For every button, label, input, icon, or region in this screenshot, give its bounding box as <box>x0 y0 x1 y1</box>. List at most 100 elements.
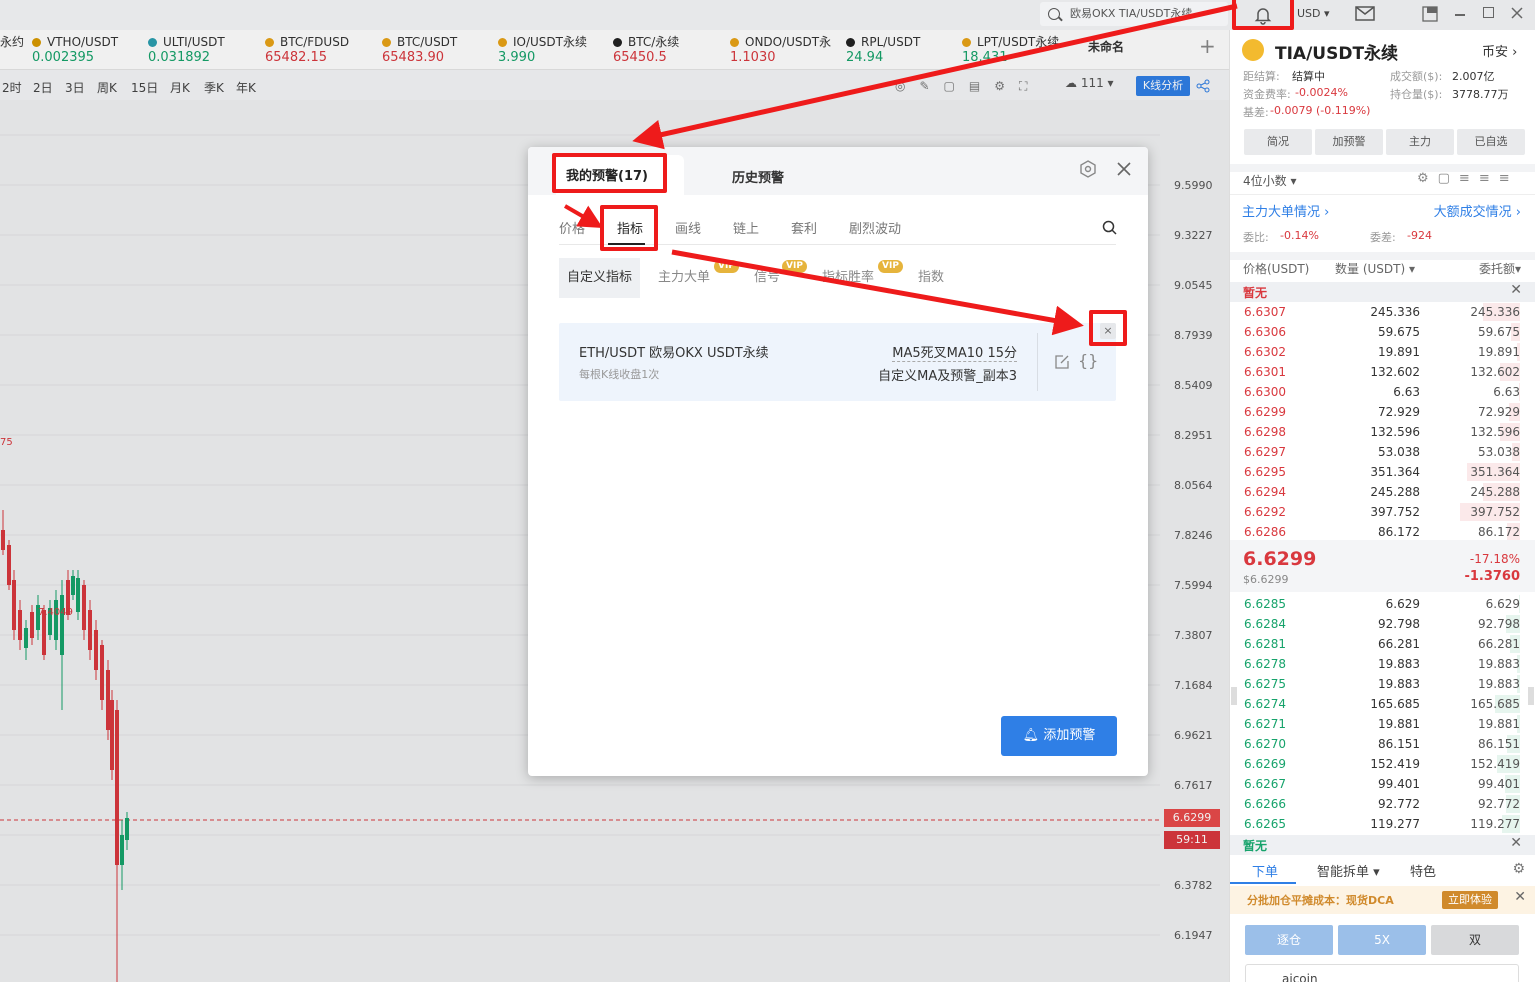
currency-select[interactable]: USD ▾ <box>1297 7 1330 20</box>
close-promo-icon[interactable]: ✕ <box>1514 889 1526 905</box>
orderbook-row[interactable]: 6.6295 351.364 351.364 <box>1244 462 1520 482</box>
close-icon[interactable]: ✕ <box>1510 282 1522 298</box>
tab-alert-history[interactable]: 历史预警 <box>732 167 784 186</box>
alert-category-chip[interactable]: 指数 <box>918 258 944 298</box>
subtab-highlight <box>600 205 658 251</box>
alert-card[interactable]: ETH/USDT 欧易OKX USDT永续 每根K线收盘1次 MA5死叉MA10… <box>559 323 1116 401</box>
alert-category-chip[interactable]: 信号 VIP <box>754 258 807 298</box>
orderbook-row[interactable]: 6.6307 245.336 245.336 <box>1244 302 1520 322</box>
orderbook-row[interactable]: 6.6301 132.602 132.602 <box>1244 362 1520 382</box>
bid-none-bar: 暂无 ✕ <box>1230 835 1535 855</box>
stat-label: 成交额($): <box>1390 70 1443 83</box>
last-change: -1.3760 <box>1464 569 1520 584</box>
order-settings-icon[interactable]: ⚙ <box>1512 861 1525 877</box>
close-window-icon[interactable] <box>1510 6 1524 20</box>
quick-action-button[interactable]: 简况 <box>1244 129 1312 155</box>
orderbook-row[interactable]: 6.6300 6.63 6.63 <box>1244 382 1520 402</box>
edit-icon[interactable] <box>1054 354 1070 370</box>
stat-label: 资金费率: <box>1243 88 1291 101</box>
margin-mode-button[interactable]: 逐仓 <box>1245 925 1333 955</box>
col-qty[interactable]: 数量 (USDT) ▾ <box>1335 260 1415 277</box>
layout-icon[interactable] <box>1422 6 1438 22</box>
orderbook-row[interactable]: 6.6270 86.151 86.151 <box>1244 734 1520 754</box>
collapse-handle-right[interactable] <box>1528 687 1534 705</box>
alert-category-chip[interactable]: 自定义指标 <box>559 258 641 298</box>
orderbook-row[interactable]: 6.6302 19.891 19.891 <box>1244 342 1520 362</box>
order-tab-underline <box>1230 882 1296 884</box>
quick-action-button[interactable]: 已自选 <box>1457 129 1525 155</box>
stat-label: 基差: <box>1243 106 1269 119</box>
alert-pair: ETH/USDT 欧易OKX USDT永续 <box>579 346 769 361</box>
promo-button[interactable]: 立即体验 <box>1442 891 1498 909</box>
promo-bar: 分批加仓平摊成本：现货DCA 立即体验 ✕ <box>1230 886 1535 914</box>
collapse-handle[interactable] <box>1231 687 1237 705</box>
orderbook-row[interactable]: 6.6284 92.798 92.798 <box>1244 614 1520 634</box>
ratio-value: -0.14% <box>1280 229 1319 242</box>
mail-icon[interactable] <box>1355 6 1375 22</box>
orderbook-row[interactable]: 6.6269 152.419 152.419 <box>1244 754 1520 774</box>
stat-value: 2.007亿 <box>1452 70 1495 83</box>
ask-none-bar: 暂无 ✕ <box>1230 282 1535 302</box>
search-box[interactable]: 欧易OKX TIA/USDT永续 <box>1040 2 1228 26</box>
search-alerts-icon[interactable] <box>1102 220 1118 236</box>
ratio-label: 委比: <box>1243 231 1269 244</box>
alert-subtab[interactable]: 链上 <box>733 218 759 237</box>
alert-subtab[interactable]: 剧烈波动 <box>849 218 901 237</box>
orderbook-row[interactable]: 6.6265 119.277 119.277 <box>1244 814 1520 834</box>
orderbook-row[interactable]: 6.6294 245.288 245.288 <box>1244 482 1520 502</box>
card-divider <box>1037 333 1038 391</box>
orderbook-row[interactable]: 6.6275 19.883 19.883 <box>1244 674 1520 694</box>
minimize-icon[interactable] <box>1455 14 1465 16</box>
orderbook-row[interactable]: 6.6271 19.881 19.881 <box>1244 714 1520 734</box>
orderbook-row[interactable]: 6.6306 59.675 59.675 <box>1244 322 1520 342</box>
orderbook-view-icons[interactable]: ⚙▢≡≡≡ <box>1417 171 1519 186</box>
last-pct: -17.18% <box>1469 552 1520 566</box>
last-usd: $6.6299 <box>1243 573 1289 586</box>
settings-icon[interactable] <box>1079 160 1097 178</box>
alert-name: 自定义MA及预警_副本3 <box>878 369 1017 384</box>
orderbook-row[interactable]: 6.6267 99.401 99.401 <box>1244 774 1520 794</box>
section-gap <box>1230 252 1535 260</box>
dialog-close-icon[interactable] <box>1117 162 1131 176</box>
code-icon[interactable]: {} <box>1078 351 1098 370</box>
alert-subtab[interactable]: 画线 <box>675 218 701 237</box>
maximize-icon[interactable] <box>1483 7 1494 18</box>
orderbook-row[interactable]: 6.6292 397.752 397.752 <box>1244 502 1520 522</box>
orderbook-row[interactable]: 6.6298 132.596 132.596 <box>1244 422 1520 442</box>
tab-smart-split[interactable]: 智能拆单 ▾ <box>1317 861 1380 880</box>
orderbook-row[interactable]: 6.6297 53.038 53.038 <box>1244 442 1520 462</box>
orderbook-row[interactable]: 6.6299 72.929 72.929 <box>1244 402 1520 422</box>
leverage-button[interactable]: 5X <box>1338 925 1426 955</box>
alert-subtab[interactable]: 套利 <box>791 218 817 237</box>
main-orders-link[interactable]: 主力大单情况 › <box>1242 201 1329 220</box>
exchange-name[interactable]: 币安 › <box>1482 41 1517 60</box>
alert-category-chip[interactable]: 主力大单 VIP <box>658 258 739 298</box>
symbol-title[interactable]: TIA/USDT永续 <box>1275 39 1398 64</box>
large-trades-link[interactable]: 大额成交情况 › <box>1434 201 1521 220</box>
quick-action-button[interactable]: 加预警 <box>1315 129 1383 155</box>
close-icon[interactable]: ✕ <box>1510 835 1522 851</box>
stat-value: 3778.77万 <box>1452 88 1509 101</box>
last-price: 6.6299 <box>1243 548 1317 570</box>
search-text: 欧易OKX TIA/USDT永续 <box>1070 7 1193 20</box>
quick-action-button[interactable]: 主力 <box>1386 129 1454 155</box>
account-select[interactable]: aicoin <box>1245 964 1519 982</box>
add-alert-button[interactable]: 🔔︎ 添加预警 <box>1001 716 1117 756</box>
col-amount[interactable]: 委托额▾ <box>1479 260 1521 277</box>
alert-subtab[interactable]: 价格 <box>559 218 585 237</box>
orderbook-row[interactable]: 6.6278 19.883 19.883 <box>1244 654 1520 674</box>
position-mode-button[interactable]: 双 <box>1431 925 1519 955</box>
alert-category-chip[interactable]: 指标胜率 VIP <box>822 258 903 298</box>
orderbook-row[interactable]: 6.6285 6.629 6.629 <box>1244 594 1520 614</box>
orderbook-row[interactable]: 6.6266 92.772 92.772 <box>1244 794 1520 814</box>
orderbook-row[interactable]: 6.6286 86.172 86.172 <box>1244 522 1520 542</box>
vip-badge: VIP <box>878 260 903 273</box>
tab-order[interactable]: 下单 <box>1252 861 1278 880</box>
orderbook-row[interactable]: 6.6274 165.685 165.685 <box>1244 694 1520 714</box>
stat-label: 持仓量($): <box>1390 88 1443 101</box>
tab-special[interactable]: 特色 <box>1410 861 1436 880</box>
decimals-select[interactable]: 4位小数 ▾ <box>1243 172 1296 189</box>
orderbook-row[interactable]: 6.6281 66.281 66.281 <box>1244 634 1520 654</box>
stat-value: -0.0024% <box>1295 86 1348 99</box>
col-price: 价格(USDT) <box>1243 262 1310 276</box>
